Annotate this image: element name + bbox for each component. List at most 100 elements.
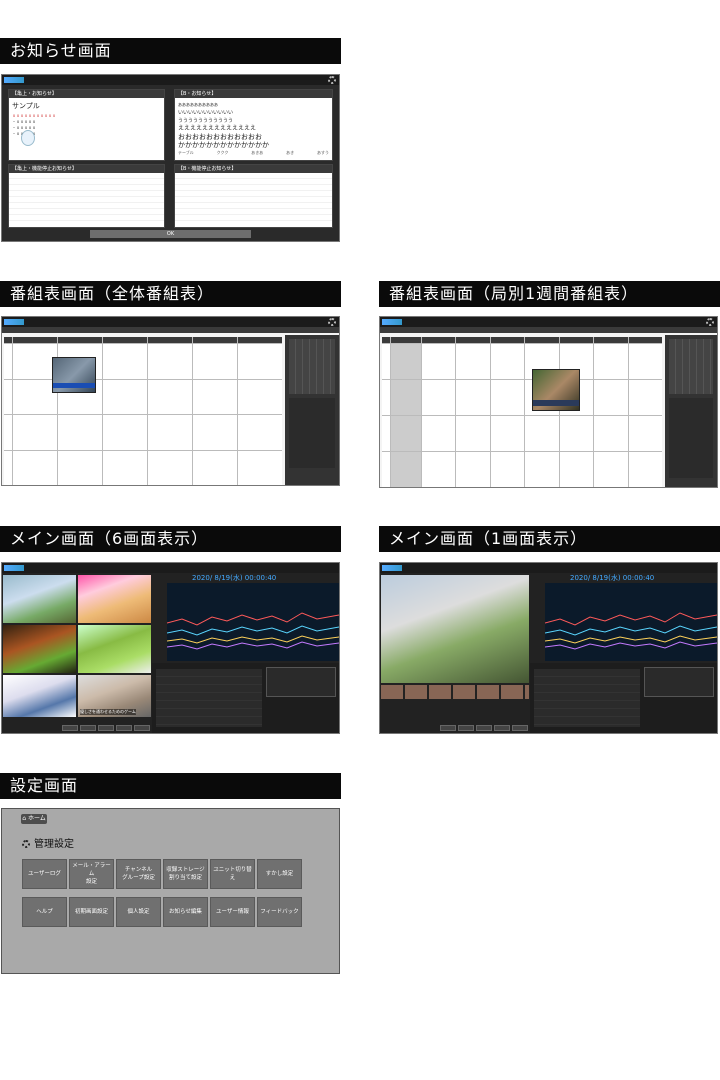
gear-icon[interactable] bbox=[328, 76, 336, 84]
settings-row-1: ユーザーログ メール・アラーム 設定 チャンネル グループ設定 収録ストレージ … bbox=[22, 859, 302, 889]
mascot-illustration bbox=[21, 130, 35, 146]
notice-footer-item: あきあ bbox=[251, 150, 264, 155]
calendar-sidebar bbox=[285, 335, 339, 485]
graph-line-1 bbox=[545, 612, 717, 626]
graph-line-2 bbox=[167, 625, 339, 636]
tv-tile-5[interactable] bbox=[3, 675, 76, 717]
storage-allocation-button[interactable]: 収録ストレージ 割り当て設定 bbox=[163, 859, 208, 889]
feedback-button[interactable]: フィードバック bbox=[257, 897, 302, 927]
unit-switch-button[interactable]: ユニット切り替え bbox=[210, 859, 255, 889]
graph-line-4 bbox=[545, 641, 717, 650]
info-box bbox=[644, 667, 714, 697]
stop-notice-table bbox=[9, 173, 164, 223]
calendar-widget[interactable] bbox=[289, 339, 335, 394]
thumbnail-strip[interactable] bbox=[381, 685, 529, 699]
graph-lines bbox=[167, 612, 339, 650]
section-header-main1: メイン画面（1画面表示） bbox=[379, 526, 720, 552]
calendar-widget[interactable] bbox=[669, 339, 713, 394]
program-all-screen bbox=[1, 316, 340, 486]
notice-box-bottom-left: 【亀上・機能停止お知らせ】 bbox=[8, 164, 165, 228]
notice-line: ああああああああああ bbox=[178, 102, 218, 107]
graph-line-3 bbox=[545, 635, 717, 644]
tv-tile-2[interactable] bbox=[78, 575, 151, 623]
notice-line: かかかかかかかかかかかかか bbox=[178, 141, 269, 149]
notice-footer-item: あすう bbox=[316, 150, 329, 155]
info-panel bbox=[669, 398, 713, 478]
user-info-button[interactable]: ユーザー情報 bbox=[210, 897, 255, 927]
notice-edit-button[interactable]: お知らせ編集 bbox=[163, 897, 208, 927]
channel-group-settings-button[interactable]: チャンネル グループ設定 bbox=[116, 859, 161, 889]
info-box bbox=[266, 667, 336, 697]
tv-tile-6[interactable]: 優しさを通わせるためのゲーム bbox=[78, 675, 151, 717]
notice-box-title: 【B・機能停止お知らせ】 bbox=[175, 165, 332, 173]
preview-window[interactable] bbox=[52, 357, 96, 393]
audience-graph bbox=[167, 583, 339, 661]
section-header-program-all: 番組表画面（全体番組表） bbox=[0, 281, 341, 307]
program-toolbar bbox=[380, 327, 717, 333]
app-topbar bbox=[2, 563, 339, 573]
graph-lines bbox=[545, 612, 717, 650]
timeline[interactable] bbox=[156, 669, 262, 727]
caption: 優しさを通わせるためのゲーム bbox=[80, 709, 136, 715]
notice-box-bottom-right: 【B・機能停止お知らせ】 bbox=[174, 164, 333, 228]
tv-tile-1[interactable] bbox=[3, 575, 76, 623]
bottom-panel bbox=[530, 663, 717, 733]
notice-box-title: 【亀上・機能停止お知らせ】 bbox=[9, 165, 164, 173]
notice-footer-item: あき bbox=[286, 150, 295, 155]
gear-icon bbox=[22, 840, 30, 848]
notice-box-top-left: 【亀上・お知らせ】 サンプル ｘｘｘｘｘｘｘｘｘｘｘ ・ｘｘｘｘｘ ・ｘｘｘｘｘ… bbox=[8, 89, 165, 161]
notice-box-title: 【B・お知らせ】 bbox=[175, 90, 332, 98]
settings-title: 管理設定 bbox=[22, 835, 74, 850]
app-topbar bbox=[380, 563, 717, 573]
app-logo bbox=[4, 77, 24, 83]
main6-screen: 優しさを通わせるためのゲーム 2020/ 8/19(水) 00:00:40 bbox=[1, 562, 340, 734]
notice-line: いいいいいいいいいいい bbox=[178, 110, 234, 116]
info-panel bbox=[289, 398, 335, 468]
personal-settings-button[interactable]: 個人設定 bbox=[116, 897, 161, 927]
timeline[interactable] bbox=[534, 669, 640, 727]
initial-screen-settings-button[interactable]: 初期画面設定 bbox=[69, 897, 114, 927]
main1-screen: 2020/ 8/19(水) 00:00:40 bbox=[379, 562, 718, 734]
tv-tile-4[interactable] bbox=[78, 625, 151, 673]
playback-controls[interactable] bbox=[440, 725, 528, 731]
gear-icon[interactable] bbox=[328, 318, 336, 326]
settings-row-2: ヘルプ 初期画面設定 個人設定 お知らせ編集 ユーザー情報 フィードバック bbox=[22, 897, 302, 927]
audience-graph bbox=[545, 583, 717, 661]
settings-screen: ⌂ ホーム 管理設定 ユーザーログ メール・アラーム 設定 チャンネル グループ… bbox=[1, 808, 340, 974]
preview-banner bbox=[53, 383, 95, 388]
app-topbar bbox=[2, 75, 339, 85]
preview-window[interactable] bbox=[532, 369, 580, 411]
home-button[interactable]: ⌂ ホーム bbox=[21, 814, 47, 824]
preview-banner bbox=[533, 400, 579, 406]
section-header-notice: お知らせ画面 bbox=[0, 38, 341, 64]
sample-heading: サンプル bbox=[12, 102, 40, 110]
app-logo bbox=[382, 319, 402, 325]
notice-footer-item: テーブル bbox=[178, 150, 194, 155]
settings-title-text: 管理設定 bbox=[34, 839, 74, 850]
notice-screen: 【亀上・お知らせ】 サンプル ｘｘｘｘｘｘｘｘｘｘｘ ・ｘｘｘｘｘ ・ｘｘｘｘｘ… bbox=[1, 74, 340, 242]
calendar-sidebar bbox=[665, 335, 717, 487]
gear-icon[interactable] bbox=[706, 318, 714, 326]
ok-button[interactable]: OK bbox=[90, 230, 251, 238]
tv-main[interactable] bbox=[381, 575, 529, 683]
user-log-button[interactable]: ユーザーログ bbox=[22, 859, 67, 889]
notice-line: おおおおおおおおおおおお bbox=[178, 133, 262, 141]
bottom-panel bbox=[152, 663, 339, 733]
stop-notice-table bbox=[175, 173, 332, 223]
tv-tile-3[interactable] bbox=[3, 625, 76, 673]
mail-alarm-settings-button[interactable]: メール・アラーム 設定 bbox=[69, 859, 114, 889]
help-button[interactable]: ヘルプ bbox=[22, 897, 67, 927]
section-header-program-week: 番組表画面（局別1週間番組表） bbox=[379, 281, 720, 307]
datetime-display: 2020/ 8/19(水) 00:00:40 bbox=[570, 574, 655, 582]
program-week-grid bbox=[382, 337, 662, 487]
datetime-display: 2020/ 8/19(水) 00:00:40 bbox=[192, 574, 277, 582]
notice-line: ううううううううううう bbox=[178, 118, 234, 124]
app-logo bbox=[4, 319, 24, 325]
program-grid bbox=[4, 337, 282, 485]
watermark-settings-button[interactable]: すかし設定 bbox=[257, 859, 302, 889]
graph-line-1 bbox=[167, 612, 339, 626]
program-week-screen bbox=[379, 316, 718, 488]
app-topbar bbox=[2, 317, 339, 327]
graph-line-2 bbox=[545, 625, 717, 636]
playback-controls[interactable] bbox=[62, 725, 150, 731]
